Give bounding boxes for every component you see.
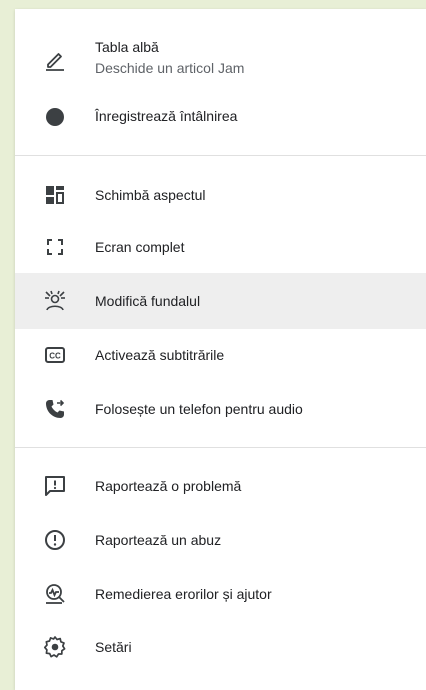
menu-item-label: Modifică fundalul xyxy=(95,293,201,309)
background-blur-icon xyxy=(43,289,67,313)
menu-item-sublabel: Deschide un articol Jam xyxy=(95,60,245,76)
menu-item-change-background[interactable]: Modifică fundalul xyxy=(15,273,426,329)
more-options-menu: Tabla albă Deschide un articol Jam Înreg… xyxy=(15,9,426,690)
closed-captions-icon: CC xyxy=(43,343,67,367)
menu-item-report-problem[interactable]: Raportează o problemă xyxy=(15,459,426,513)
menu-item-label: Remedierea erorilor și ajutor xyxy=(95,586,272,602)
menu-item-label: Raportează o problemă xyxy=(95,478,242,494)
menu-item-label: Folosește un telefon pentru audio xyxy=(95,401,303,417)
menu-item-label: Tabla albă xyxy=(95,39,159,55)
menu-item-phone-audio[interactable]: Folosește un telefon pentru audio xyxy=(15,381,426,437)
menu-item-label: Activează subtitrările xyxy=(95,347,225,363)
gear-icon xyxy=(43,635,67,659)
menu-item-label: Ecran complet xyxy=(95,239,185,255)
menu-item-troubleshooting[interactable]: Remedierea erorilor și ajutor xyxy=(15,567,426,621)
menu-item-label: Raportează un abuz xyxy=(95,532,222,548)
menu-divider xyxy=(15,447,426,448)
menu-item-captions[interactable]: CC Activează subtitrările xyxy=(15,329,426,381)
fullscreen-icon xyxy=(43,235,67,259)
svg-text:CC: CC xyxy=(49,352,61,361)
feedback-icon xyxy=(43,474,67,498)
menu-item-settings[interactable]: Setări xyxy=(15,621,426,673)
troubleshoot-icon xyxy=(43,582,67,606)
record-dot-icon xyxy=(43,105,67,129)
menu-item-record[interactable]: Înregistrează întâlnirea xyxy=(15,93,426,141)
pencil-icon xyxy=(43,48,67,72)
menu-item-label: Schimbă aspectul xyxy=(95,187,206,203)
menu-item-change-layout[interactable]: Schimbă aspectul xyxy=(15,169,426,221)
layout-icon xyxy=(43,183,67,207)
menu-item-whiteboard[interactable]: Tabla albă Deschide un articol Jam xyxy=(15,27,426,93)
phone-forward-icon xyxy=(43,397,67,421)
menu-item-fullscreen[interactable]: Ecran complet xyxy=(15,221,426,273)
menu-item-label: Înregistrează întâlnirea xyxy=(95,108,238,124)
menu-item-label: Setări xyxy=(95,639,132,655)
exclamation-circle-icon xyxy=(43,528,67,552)
menu-item-report-abuse[interactable]: Raportează un abuz xyxy=(15,513,426,567)
menu-divider xyxy=(15,155,426,156)
